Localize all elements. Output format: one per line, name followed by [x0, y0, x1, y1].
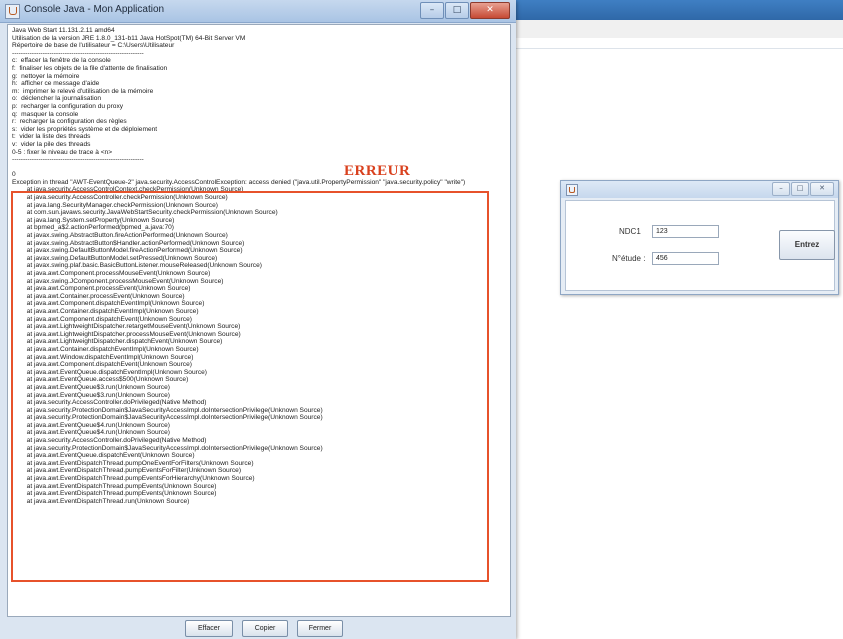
console-output-area[interactable]: Java Web Start 11.131.2.11 amd64 Utilisa… [7, 24, 511, 617]
java-icon [566, 184, 578, 196]
error-highlight-box [11, 191, 489, 582]
ndc1-label: NDC1 [619, 227, 641, 236]
console-window-title: Console Java - Mon Application [24, 4, 165, 15]
java-console-window: Console Java - Mon Application – □ ✕ Jav… [0, 0, 516, 639]
netude-label: N°étude : [612, 254, 646, 263]
form-titlebar[interactable]: – □ ✕ [561, 181, 838, 198]
ndc1-field[interactable]: 123 [652, 225, 719, 238]
background-window-toolbar [500, 20, 843, 39]
console-header-text: Java Web Start 11.131.2.11 amd64 Utilisa… [12, 27, 246, 179]
maximize-button[interactable]: □ [445, 2, 469, 19]
java-icon [5, 4, 20, 19]
entrez-button[interactable]: Entrez [779, 230, 835, 260]
error-annotation-label: ERREUR [344, 163, 411, 179]
minimize-button[interactable]: – [420, 2, 444, 19]
close-button[interactable]: ✕ [470, 2, 510, 19]
console-button-bar: Effacer Copier Fermer [0, 617, 516, 639]
clear-button[interactable]: Effacer [185, 620, 233, 637]
console-titlebar[interactable]: Console Java - Mon Application – □ ✕ [0, 0, 516, 23]
background-window-strip [500, 38, 843, 49]
close-console-button[interactable]: Fermer [297, 620, 343, 637]
form-minimize-button[interactable]: – [772, 182, 790, 196]
copy-button[interactable]: Copier [242, 620, 288, 637]
netude-field[interactable]: 456 [652, 252, 719, 265]
form-maximize-button[interactable]: □ [791, 182, 809, 196]
form-close-button[interactable]: ✕ [810, 182, 834, 196]
